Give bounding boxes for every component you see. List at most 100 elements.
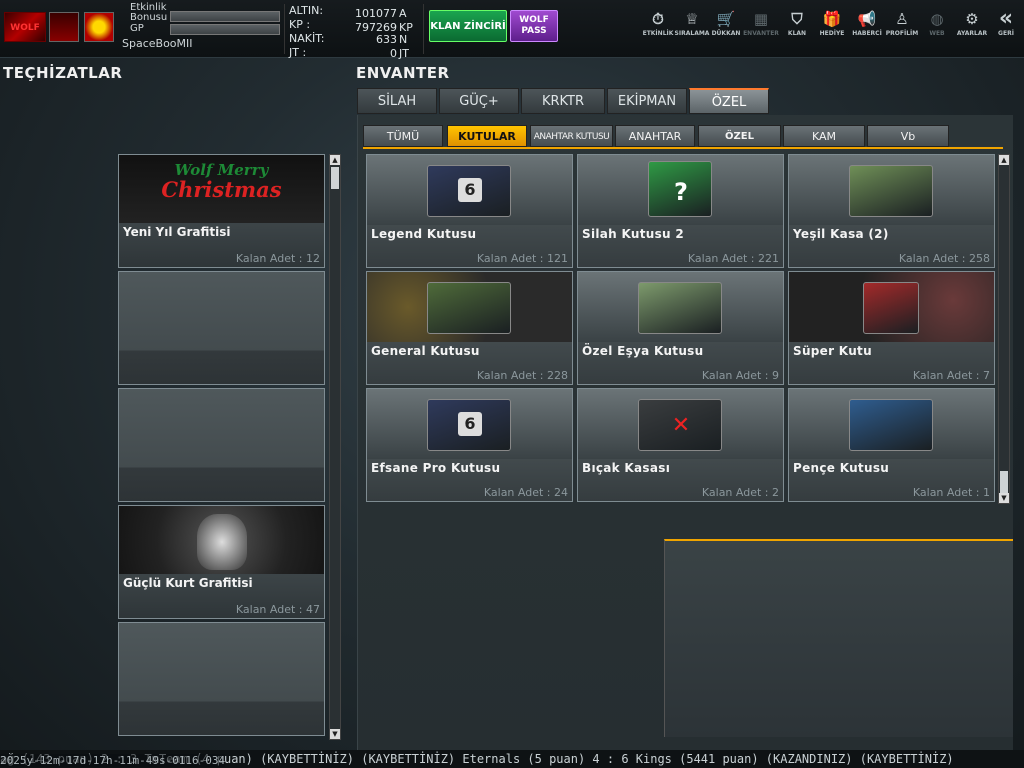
nav-label: HABERCİ: [852, 30, 882, 37]
item-card[interactable]: ? Silah Kutusu 2 Kalan Adet : 221: [577, 154, 784, 268]
cash-label: NAKİT:: [289, 32, 325, 45]
nav-haberci[interactable]: 📢 HABERCİ: [849, 8, 885, 48]
gold-value: 101077: [355, 7, 397, 20]
event-bonus-label-2: Bonusu: [130, 12, 168, 23]
item-count: Kalan Adet : 221: [687, 252, 779, 265]
item-image: [789, 272, 994, 342]
nav-ayarlar[interactable]: ⚙ AYARLAR: [954, 8, 990, 48]
tab-ekipman[interactable]: EKİPMAN: [607, 88, 687, 114]
equipment-slot-empty[interactable]: [118, 622, 325, 736]
item-card[interactable]: Özel Eşya Kutusu Kalan Adet : 9: [577, 271, 784, 385]
wolf-pass-label-1: WOLF: [519, 15, 549, 25]
tab-silah[interactable]: SİLAH: [357, 88, 437, 114]
nav-label: HEDİYE: [819, 30, 845, 37]
item-name: Yeşil Kasa (2): [793, 227, 889, 241]
username: SpaceBooMII: [122, 37, 193, 50]
graffiti-text-2: Christmas: [161, 177, 282, 202]
nav-label: GERİ: [998, 30, 1014, 37]
megaphone-icon: 📢: [857, 10, 877, 28]
tab-ozel[interactable]: ÖZEL: [689, 88, 769, 114]
equipment-scrollbar[interactable]: ▲ ▼: [329, 154, 341, 740]
item-info-panel: [664, 539, 1013, 737]
item-card[interactable]: General Kutusu Kalan Adet : 228: [366, 271, 573, 385]
inventory-tabs: SİLAH GÜÇ+ KRKTR EKİPMAN ÖZEL: [357, 88, 1013, 114]
item-grid-scrollbar[interactable]: ▲ ▼: [998, 154, 1010, 504]
subtab-kam[interactable]: KAM: [783, 125, 865, 147]
item-image: ?: [578, 155, 783, 225]
timestamp: 2025y-12m-17d-17h-11m-49s-0116-034: [0, 754, 226, 767]
box-graphic: [849, 399, 933, 451]
item-name: Efsane Pro Kutusu: [371, 461, 501, 475]
item-card[interactable]: Yeşil Kasa (2) Kalan Adet : 258: [788, 154, 995, 268]
equipment-title: TEÇHİZATLAR: [3, 64, 123, 82]
equipment-list: Wolf Merry Christmas Yeni Yıl Grafitisi …: [116, 152, 344, 740]
box-graphic: ?: [648, 161, 712, 217]
item-grid: 6 Legend Kutusu Kalan Adet : 121 ? Silah…: [366, 154, 1010, 506]
game-screen: WOLF Etkinlik Bonusu GP SpaceBooMII ALTI…: [0, 0, 1024, 768]
item-card[interactable]: Pençe Kutusu Kalan Adet : 1: [788, 388, 995, 502]
rank-badge-icon: [49, 12, 79, 42]
kp-label: KP :: [289, 18, 311, 31]
nav-label: DÜKKAN: [711, 30, 741, 37]
scroll-down-arrow-icon[interactable]: ▼: [999, 493, 1009, 503]
equipment-slot-empty[interactable]: [118, 271, 325, 385]
subtab-ozel-esyalar[interactable]: ÖZEL EŞYALAR: [698, 125, 781, 164]
subtab-kutular[interactable]: KUTULAR: [447, 125, 527, 147]
jt-label: JT :: [289, 46, 307, 59]
subtab-anahtar[interactable]: ANAHTAR: [615, 125, 695, 147]
subtab-tumu[interactable]: TÜMÜ: [363, 125, 443, 147]
box-graphic: 6: [427, 165, 511, 217]
equipment-slot[interactable]: Güçlü Kurt Grafitisi Kalan Adet : 47: [118, 505, 325, 619]
item-image: [789, 155, 994, 225]
gp-label: GP: [130, 23, 144, 34]
profile-icon: ♙: [895, 10, 909, 28]
item-card[interactable]: 6 Legend Kutusu Kalan Adet : 121: [366, 154, 573, 268]
item-image: [789, 389, 994, 459]
item-count: Kalan Adet : 9: [701, 369, 779, 382]
player-info: Etkinlik Bonusu GP SpaceBooMII: [122, 2, 282, 54]
item-count: Kalan Adet : 258: [898, 252, 990, 265]
ranking-icon: ♕: [685, 10, 699, 28]
nav-hediye[interactable]: 🎁 HEDİYE: [814, 8, 850, 48]
box-graphic: [849, 165, 933, 217]
nav-klan[interactable]: ⛉ KLAN: [779, 8, 815, 48]
item-card[interactable]: ✕ Bıçak Kasası Kalan Adet : 2: [577, 388, 784, 502]
box-graphic: [863, 282, 919, 334]
scroll-up-arrow-icon[interactable]: ▲: [330, 155, 340, 165]
inventory-title: ENVANTER: [356, 64, 450, 82]
wolf-pass-button[interactable]: WOLF PASS: [510, 10, 558, 42]
item-count: Kalan Adet : 2: [701, 486, 779, 499]
nav-geri[interactable]: «GERİ: [988, 8, 1024, 48]
scroll-thumb[interactable]: [1000, 471, 1008, 493]
equipment-slot[interactable]: Wolf Merry Christmas Yeni Yıl Grafitisi …: [118, 154, 325, 268]
tab-guc[interactable]: GÜÇ+: [439, 88, 519, 114]
equipment-slot-empty[interactable]: [118, 388, 325, 502]
gold-label: ALTIN:: [289, 4, 324, 17]
wolf-shape: [197, 514, 247, 570]
nav-envanter[interactable]: ▦ ENVANTER: [743, 8, 779, 48]
equipment-count: Kalan Adet : 12: [235, 252, 320, 265]
nav-profilim[interactable]: ♙ PROFİLİM: [884, 8, 920, 48]
scroll-thumb[interactable]: [331, 167, 339, 189]
stopwatch-icon: ⏱: [652, 10, 664, 28]
item-count: Kalan Adet : 1: [912, 486, 990, 499]
item-image: 6: [367, 155, 572, 225]
clan-chain-button[interactable]: KLAN ZİNCİRİ: [429, 10, 507, 42]
nav-label: KLAN: [787, 30, 807, 37]
nav-dukkan[interactable]: 🛒 DÜKKAN: [708, 8, 744, 48]
scroll-down-arrow-icon[interactable]: ▼: [330, 729, 340, 739]
scroll-up-arrow-icon[interactable]: ▲: [999, 155, 1009, 165]
item-name: Bıçak Kasası: [582, 461, 671, 475]
item-name: General Kutusu: [371, 344, 480, 358]
item-card[interactable]: 6 Efsane Pro Kutusu Kalan Adet : 24: [366, 388, 573, 502]
nav-web[interactable]: ◍ WEB: [919, 8, 955, 48]
nav-siralama[interactable]: ♕ SIRALAMA: [674, 8, 710, 48]
item-card[interactable]: Süper Kutu Kalan Adet : 7: [788, 271, 995, 385]
nav-label: PROFİLİM: [885, 30, 919, 37]
subtab-anahtar-kutusu[interactable]: ANAHTAR KUTUSU: [530, 125, 613, 147]
question-mark-icon: ?: [674, 178, 688, 206]
subtab-vb[interactable]: Vb: [867, 125, 949, 147]
nav-label: WEB: [929, 30, 945, 37]
nav-etkinlik[interactable]: ⏱ ETKİNLİK: [640, 8, 676, 48]
tab-krktr[interactable]: KRKTR: [521, 88, 605, 114]
